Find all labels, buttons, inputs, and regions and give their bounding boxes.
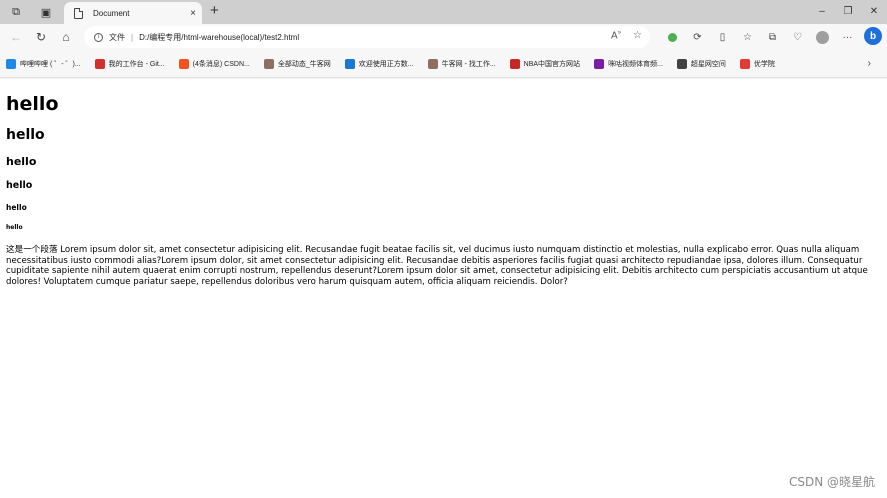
- scheme-label: 文件: [109, 32, 125, 42]
- tab-strip: ⧉ ▣ Document × + – ❐ ✕: [0, 0, 887, 24]
- home-icon[interactable]: ⌂: [58, 29, 74, 45]
- document-icon: [74, 7, 83, 19]
- bookmark-favicon-icon: [509, 58, 520, 69]
- bookmark-label: 欢迎使用正方数...: [358, 60, 414, 68]
- minimize-button[interactable]: –: [809, 0, 835, 22]
- bookmark-label: 哔哩哔哩 ( ゜- ゜)...: [20, 60, 81, 68]
- bookmark-label: (4条消息) CSDN...: [192, 60, 250, 68]
- bookmark-item[interactable]: 超星网空间: [676, 58, 726, 69]
- browser-essentials-icon[interactable]: ♡: [785, 28, 810, 46]
- favorite-star-icon[interactable]: ☆: [633, 30, 642, 41]
- extension-icon[interactable]: ⟳: [685, 28, 710, 46]
- browser-toolbar: ← ↻ ⌂ i 文件 | D:/编程专用/html-warehouse(loca…: [0, 24, 887, 50]
- read-aloud-icon[interactable]: A»: [611, 30, 621, 41]
- collections-icon[interactable]: ⧉: [760, 28, 785, 46]
- bookmark-item[interactable]: 优学院: [739, 58, 775, 69]
- bookmark-label: 优学院: [753, 60, 775, 68]
- tab-document[interactable]: Document ×: [64, 2, 202, 24]
- bookmark-favicon-icon: [676, 58, 687, 69]
- info-icon[interactable]: i: [94, 32, 103, 42]
- bookmark-item[interactable]: (4条消息) CSDN...: [178, 58, 250, 69]
- bookmark-favicon-icon: [594, 58, 605, 69]
- bookmarks-more-icon[interactable]: ›: [868, 58, 871, 69]
- bookmark-favicon-icon: [263, 58, 274, 69]
- bookmark-label: 全部动态_牛客网: [277, 60, 331, 68]
- heading-h2: hello: [6, 127, 45, 143]
- page-viewport: hello hello hello hello hello hello 这是一个…: [0, 79, 887, 498]
- bookmark-label: 牛客网 - 找工作...: [441, 60, 496, 68]
- heading-h3: hello: [6, 155, 37, 168]
- watermark: CSDN @晓星航: [788, 475, 875, 489]
- bing-copilot-icon[interactable]: b: [864, 27, 882, 45]
- address-separator: |: [131, 32, 134, 42]
- refresh-icon[interactable]: ↻: [33, 29, 49, 45]
- bookmark-favicon-icon: [94, 58, 105, 69]
- bookmark-item[interactable]: 欢迎使用正方数...: [344, 58, 414, 69]
- url-text[interactable]: D:/编程专用/html-warehouse(local)/test2.html: [139, 32, 299, 43]
- tab-actions-icon[interactable]: ▣: [36, 3, 56, 21]
- profile-avatar[interactable]: [816, 30, 829, 44]
- close-window-button[interactable]: ✕: [861, 0, 887, 22]
- workspaces-icon[interactable]: ⧉: [6, 3, 26, 21]
- bookmark-favicon-icon: [427, 58, 438, 69]
- paragraph: 这是一个段落 Lorem ipsum dolor sit, amet conse…: [6, 245, 868, 287]
- bookmark-favicon-icon: [739, 58, 750, 69]
- bookmark-favicon-icon: [344, 58, 355, 69]
- favorites-icon[interactable]: ☆: [735, 28, 760, 46]
- close-tab-icon[interactable]: ×: [190, 8, 196, 19]
- tab-title: Document: [93, 8, 130, 18]
- bookmark-item[interactable]: 全部动态_牛客网: [263, 58, 331, 69]
- bookmark-item[interactable]: 我的工作台 - Git...: [94, 58, 165, 69]
- bookmark-favicon-icon: [178, 58, 189, 69]
- bookmark-label: 我的工作台 - Git...: [108, 60, 165, 68]
- bookmarks-bar: 哔哩哔哩 ( ゜- ゜)... 我的工作台 - Git... (4条消息) CSDN…: [0, 50, 887, 78]
- bookmark-label: NBA中国官方网站: [523, 60, 581, 68]
- bookmark-item[interactable]: NBA中国官方网站: [509, 58, 581, 69]
- bookmark-item[interactable]: 哔哩哔哩 ( ゜- ゜)...: [6, 58, 81, 69]
- bookmark-label: 咪咕视频体育频...: [608, 60, 663, 68]
- bookmark-label: 超星网空间: [690, 60, 726, 68]
- heading-h4: hello: [6, 180, 33, 191]
- heading-h1: hello: [6, 93, 59, 115]
- window-controls: – ❐ ✕: [809, 0, 887, 24]
- address-bar[interactable]: i 文件 | D:/编程专用/html-warehouse(local)/tes…: [84, 26, 650, 48]
- bookmark-favicon-icon: [6, 58, 16, 69]
- more-menu-icon[interactable]: ···: [835, 28, 860, 46]
- extension-green-icon[interactable]: [668, 32, 677, 42]
- heading-h5: hello: [6, 203, 27, 212]
- bookmark-item[interactable]: 牛客网 - 找工作...: [427, 58, 496, 69]
- heading-h6: hello: [6, 224, 23, 231]
- new-tab-button[interactable]: +: [210, 3, 219, 19]
- back-arrow-icon[interactable]: ←: [8, 29, 24, 45]
- restore-button[interactable]: ❐: [835, 0, 861, 22]
- bookmark-item[interactable]: 咪咕视频体育频...: [594, 58, 663, 69]
- split-screen-icon[interactable]: ▯: [710, 28, 735, 46]
